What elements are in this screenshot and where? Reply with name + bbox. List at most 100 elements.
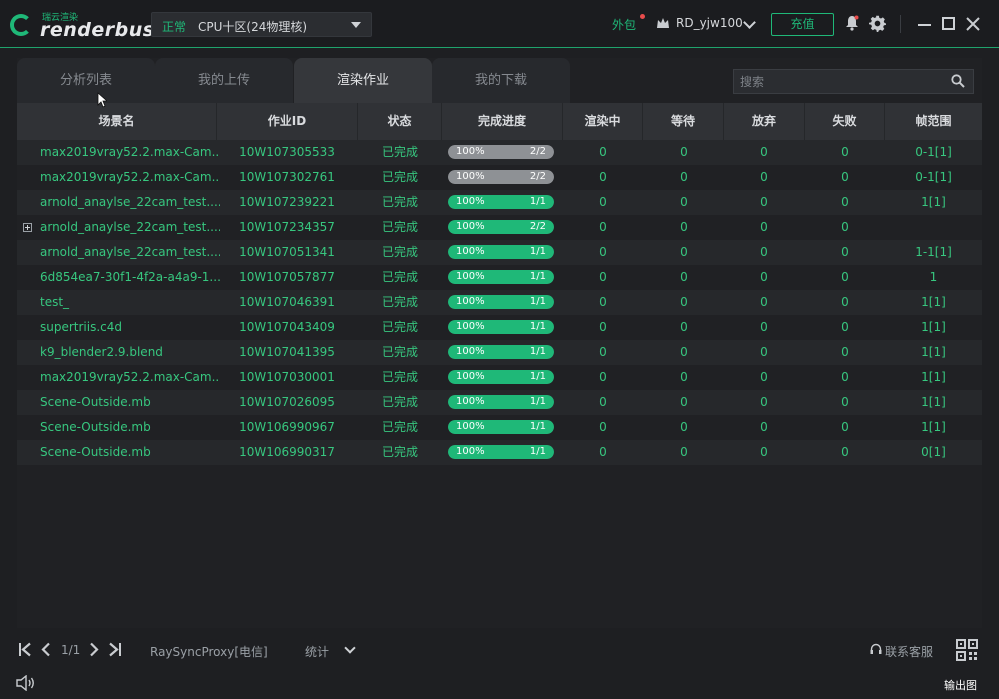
cell-failed: 0	[841, 295, 849, 309]
headset-icon[interactable]	[870, 643, 882, 656]
cell-status: 已完成	[381, 295, 418, 309]
search-input[interactable]	[733, 69, 974, 94]
cell-job-id: 10W107043409	[239, 320, 335, 334]
cell-waiting: 0	[680, 295, 688, 309]
region-status: 正常	[162, 20, 187, 34]
cell-rendering: 0	[599, 420, 607, 434]
output-image-label: 输出图	[944, 679, 977, 692]
previous-page-icon[interactable]	[41, 642, 51, 657]
cell-frame-range: 1[1]	[921, 195, 946, 209]
table-row[interactable]: arnold_anaylse_22cam_test.... 10W10705134…	[17, 240, 982, 265]
column-header-rendering[interactable]: 渲染中	[563, 103, 643, 140]
cell-scene-name: arnold_anaylse_22cam_test....	[40, 220, 220, 234]
chevron-down-icon[interactable]	[743, 16, 756, 29]
cell-status: 已完成	[381, 395, 418, 409]
progress-fraction: 2/2	[529, 221, 546, 232]
table-row[interactable]: arnold_anaylse_22cam_test.... 10W10723435…	[17, 215, 982, 240]
column-header-failed[interactable]: 失败	[805, 103, 885, 140]
recharge-button[interactable]: 充值	[771, 13, 834, 36]
maximize-icon[interactable]	[942, 17, 955, 30]
column-header-job-id[interactable]: 作业ID	[217, 103, 358, 140]
cell-abandoned: 0	[760, 395, 768, 409]
cell-abandoned: 0	[760, 220, 768, 234]
chevron-down-icon[interactable]	[344, 642, 356, 654]
column-header-abandoned[interactable]: 放弃	[724, 103, 805, 140]
cell-waiting: 0	[680, 345, 688, 359]
tab-analysis-list[interactable]: 分析列表	[17, 58, 155, 103]
minimize-icon[interactable]	[918, 24, 931, 26]
first-page-icon[interactable]	[18, 642, 32, 657]
table-row[interactable]: k9_blender2.9.blend 10W107041395 已完成 100% 1/…	[17, 340, 982, 365]
progress-bar: 100% 1/1	[448, 295, 554, 309]
column-header-waiting[interactable]: 等待	[643, 103, 724, 140]
table-row[interactable]: supertriis.c4d 10W107043409 已完成 100% 1/1 0 0 0 0…	[17, 315, 982, 340]
external-package-link[interactable]: 外包	[612, 16, 636, 33]
progress-percent: 100%	[456, 171, 485, 182]
table-row[interactable]: max2019vray52.2.max-Cam... 10W107302761 已完…	[17, 165, 982, 190]
table-row[interactable]: test_ 10W107046391 已完成 100% 1/1 0 0 0 0 1[1]	[17, 290, 982, 315]
cell-status: 已完成	[381, 320, 418, 334]
progress-fraction: 1/1	[529, 321, 546, 332]
cell-frame-range: 1-1[1]	[915, 245, 952, 259]
tab-my-downloads[interactable]: 我的下载	[432, 58, 570, 103]
search-icon[interactable]	[951, 74, 965, 88]
cell-waiting: 0	[680, 245, 688, 259]
contact-support-link[interactable]: 联系客服	[885, 643, 933, 660]
cell-rendering: 0	[599, 295, 607, 309]
next-page-icon[interactable]	[89, 642, 99, 657]
user-name[interactable]: RD_yjw100	[676, 16, 743, 30]
progress-bar: 100% 1/1	[448, 195, 554, 209]
transfer-proxy[interactable]: RaySyncProxy[电信]	[150, 643, 268, 660]
cell-waiting: 0	[680, 445, 688, 459]
expand-icon[interactable]	[23, 223, 32, 232]
qr-code-icon[interactable]	[956, 639, 978, 661]
cell-status: 已完成	[381, 145, 418, 159]
progress-percent: 100%	[456, 321, 485, 332]
cell-rendering: 0	[599, 170, 607, 184]
header-divider	[900, 15, 901, 33]
speaker-icon[interactable]	[16, 675, 36, 691]
column-header-progress[interactable]: 完成进度	[442, 103, 563, 140]
cell-failed: 0	[841, 420, 849, 434]
table-row[interactable]: Scene-Outside.mb 10W106990317 已完成 100% 1/1 0 0…	[17, 440, 982, 465]
table-row[interactable]: max2019vray52.2.max-Cam... 10W107030001 已完…	[17, 365, 982, 390]
progress-bar: 100% 1/1	[448, 445, 554, 459]
tab-render-jobs[interactable]: 渲染作业	[294, 58, 432, 103]
close-icon[interactable]	[965, 16, 981, 32]
cell-status: 已完成	[381, 270, 418, 284]
cell-job-id: 10W107041395	[239, 345, 335, 359]
progress-fraction: 1/1	[529, 271, 546, 282]
table-row[interactable]: max2019vray52.2.max-Cam... 10W107305533 已完…	[17, 140, 982, 165]
cell-job-id: 10W107057877	[239, 270, 335, 284]
table-row[interactable]: Scene-Outside.mb 10W106990967 已完成 100% 1/1 0 0…	[17, 415, 982, 440]
cell-rendering: 0	[599, 220, 607, 234]
progress-fraction: 2/2	[529, 146, 546, 157]
cell-waiting: 0	[680, 145, 688, 159]
cell-status: 已完成	[381, 370, 418, 384]
progress-bar: 100% 1/1	[448, 245, 554, 259]
progress-fraction: 1/1	[529, 421, 546, 432]
cell-rendering: 0	[599, 320, 607, 334]
cell-waiting: 0	[680, 370, 688, 384]
cell-scene-name: supertriis.c4d	[40, 320, 123, 334]
cell-failed: 0	[841, 245, 849, 259]
bell-icon[interactable]	[845, 15, 859, 31]
progress-fraction: 1/1	[529, 196, 546, 207]
cell-scene-name: max2019vray52.2.max-Cam...	[40, 170, 220, 184]
tab-my-uploads[interactable]: 我的上传	[155, 58, 293, 103]
progress-percent: 100%	[456, 196, 485, 207]
table-row[interactable]: Scene-Outside.mb 10W107026095 已完成 100% 1/1 0 0…	[17, 390, 982, 415]
column-header-frame-range[interactable]: 帧范围	[885, 103, 982, 140]
table-row[interactable]: arnold_anaylse_22cam_test.... 10W10723922…	[17, 190, 982, 215]
progress-percent: 100%	[456, 146, 485, 157]
cell-abandoned: 0	[760, 320, 768, 334]
cell-scene-name: arnold_anaylse_22cam_test....	[40, 195, 220, 209]
column-header-status[interactable]: 状态	[358, 103, 442, 140]
column-header-scene[interactable]: 场景名	[17, 103, 217, 140]
last-page-icon[interactable]	[108, 642, 122, 657]
region-selector[interactable]: 正常 CPU十区(24物理核)	[151, 12, 372, 37]
gear-icon[interactable]	[869, 15, 886, 32]
stats-toggle[interactable]: 统计	[305, 643, 329, 660]
cell-status: 已完成	[381, 170, 418, 184]
table-row[interactable]: 6d854ea7-30f1-4f2a-a4a9-1... 10W107057877…	[17, 265, 982, 290]
